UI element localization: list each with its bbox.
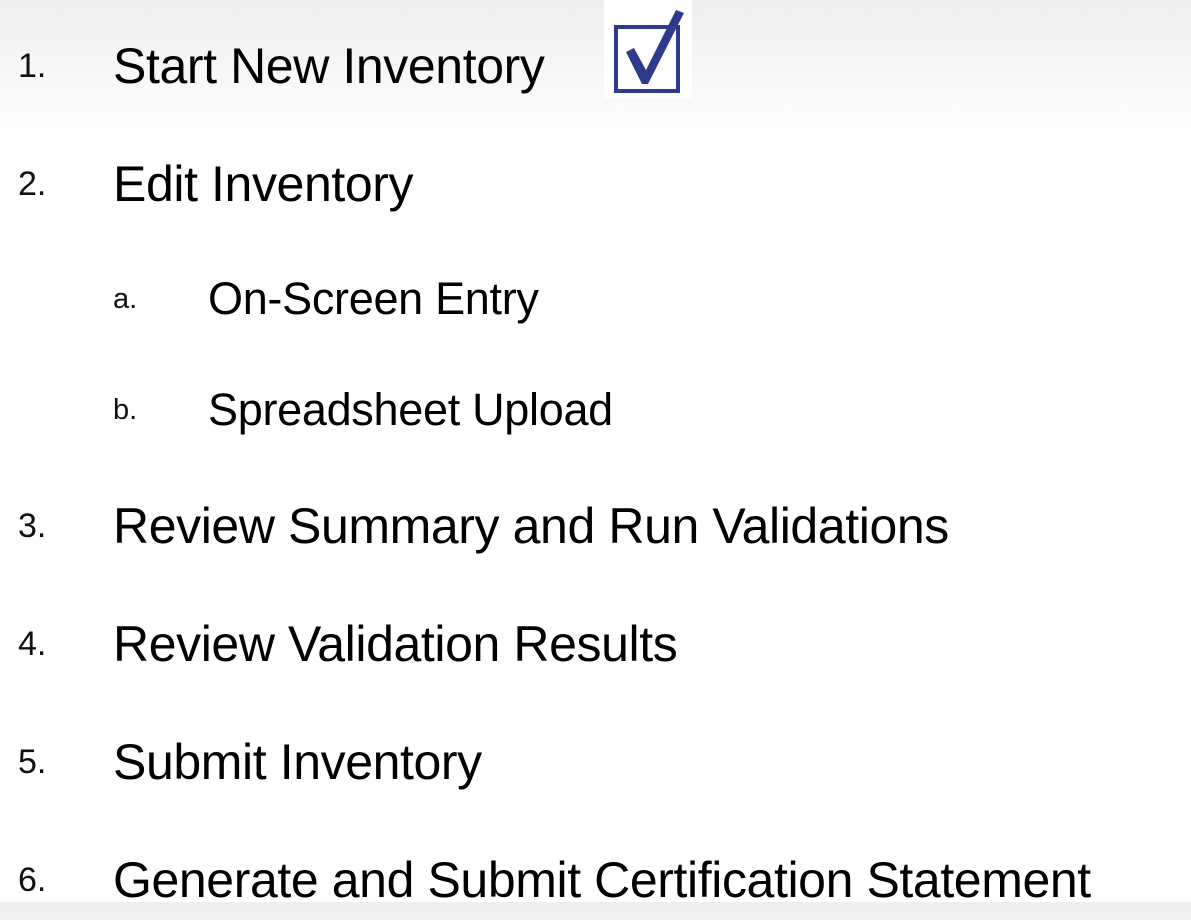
step-item-submit-inventory[interactable]: 5. Submit Inventory — [0, 722, 1191, 802]
step-number: 3. — [18, 506, 47, 545]
step-label: Review Summary and Run Validations — [113, 498, 949, 554]
step-label: Submit Inventory — [113, 734, 482, 790]
step-label: Review Validation Results — [113, 616, 678, 672]
step-number: 5. — [18, 742, 47, 781]
step-item-edit-inventory[interactable]: 2. Edit Inventory — [0, 144, 1191, 224]
step-item-review-summary[interactable]: 3. Review Summary and Run Validations — [0, 486, 1191, 566]
step-label: Generate and Submit Certification Statem… — [113, 852, 1091, 908]
step-number: 2. — [18, 164, 47, 203]
substep-item-spreadsheet-upload[interactable]: b. Spreadsheet Upload — [0, 370, 1191, 450]
substep-letter: b. — [113, 393, 138, 426]
step-label: Edit Inventory — [113, 156, 414, 212]
step-item-start-new-inventory[interactable]: 1. Start New Inventory — [0, 26, 1191, 106]
substep-label: Spreadsheet Upload — [208, 384, 613, 435]
step-number: 1. — [18, 46, 47, 85]
step-item-review-validation-results[interactable]: 4. Review Validation Results — [0, 604, 1191, 684]
substep-label: On-Screen Entry — [208, 273, 539, 324]
step-list: 1. Start New Inventory 2. Edit Inventory… — [0, 0, 1191, 908]
step-label: Start New Inventory — [113, 38, 545, 94]
checkbox-checked-icon — [604, 0, 692, 98]
step-number: 4. — [18, 624, 47, 663]
substep-letter: a. — [113, 282, 138, 315]
step-number: 6. — [18, 860, 47, 899]
step-item-generate-certification[interactable]: 6. Generate and Submit Certification Sta… — [0, 840, 1191, 920]
substep-item-on-screen-entry[interactable]: a. On-Screen Entry — [0, 259, 1191, 339]
